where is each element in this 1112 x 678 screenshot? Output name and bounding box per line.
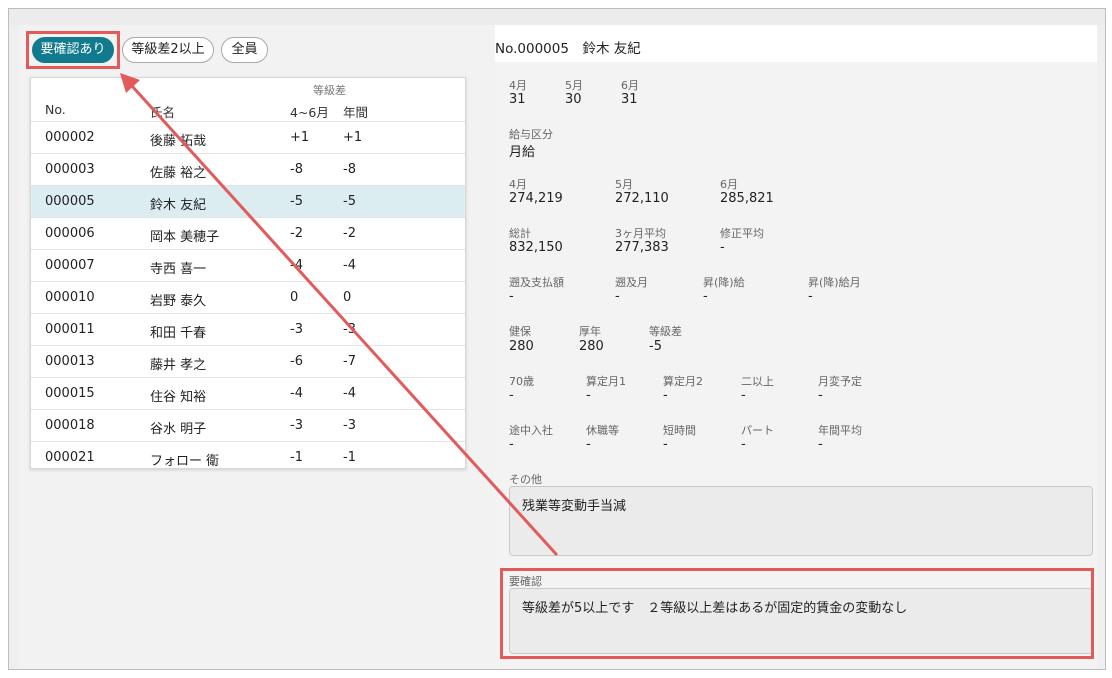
annotation-arrow bbox=[120, 73, 558, 556]
